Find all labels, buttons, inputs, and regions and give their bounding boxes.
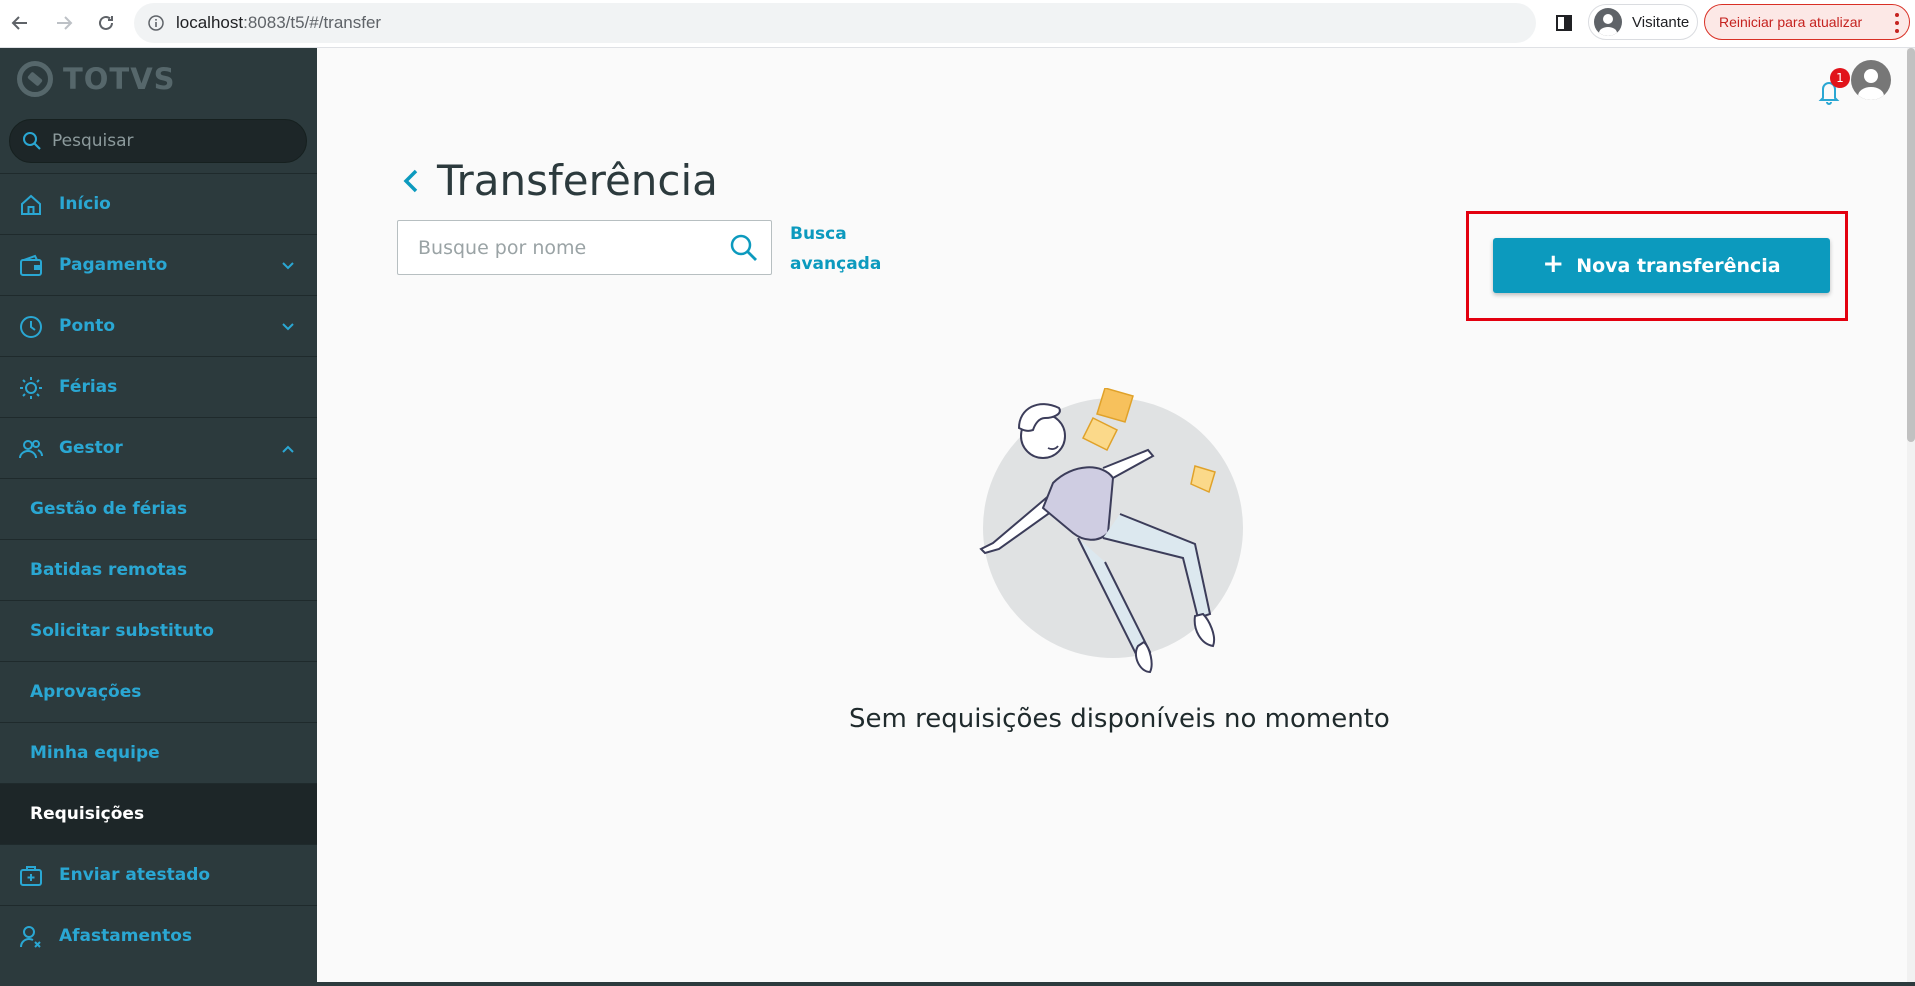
browser-toolbar: localhost:8083/t5/#/transfer Visitante R… (0, 0, 1915, 48)
reload-button[interactable] (92, 9, 120, 37)
advanced-search-line1: Busca (790, 224, 847, 244)
reload-icon (99, 15, 113, 30)
profile-button[interactable]: Visitante (1588, 4, 1698, 40)
wallet-icon (20, 254, 42, 276)
search-icon[interactable] (729, 233, 759, 263)
sidebar-item-solicitar-substituto[interactable]: Solicitar substituto (0, 600, 317, 661)
sidebar-item-ponto[interactable]: Ponto (0, 295, 317, 356)
sidebar: TOTVS Pesquisar Início Pagamento Ponto F… (0, 48, 317, 986)
sidebar-item-label: Solicitar substituto (30, 621, 214, 641)
sidebar-item-label: Ponto (59, 316, 116, 336)
plus-icon: + (1542, 249, 1565, 279)
sidebar-item-aprovacoes[interactable]: Aprovações (0, 661, 317, 722)
arrow-right-icon (57, 16, 73, 30)
new-transfer-label: Nova transferência (1576, 254, 1781, 277)
sidebar-item-label: Batidas remotas (30, 560, 188, 580)
profile-name: Visitante (1632, 13, 1690, 31)
address-bar[interactable]: localhost:8083/t5/#/transfer (134, 3, 1536, 43)
chevron-down-icon (282, 323, 294, 331)
forward-button[interactable] (50, 9, 78, 37)
search-input[interactable]: Busque por nome (397, 220, 772, 275)
search-placeholder: Busque por nome (418, 236, 587, 259)
sidebar-item-requisicoes[interactable]: Requisições (0, 783, 317, 844)
sidebar-item-label: Minha equipe (30, 743, 160, 763)
info-icon (148, 15, 164, 31)
page-header: Transferência (399, 156, 718, 205)
sun-icon (20, 377, 42, 399)
sidebar-item-batidas-remotas[interactable]: Batidas remotas (0, 539, 317, 600)
more-vert-icon[interactable] (1895, 13, 1899, 33)
sidebar-item-ferias[interactable]: Férias (0, 356, 317, 417)
scrollbar-thumb[interactable] (1907, 48, 1915, 442)
sidebar-item-minha-equipe[interactable]: Minha equipe (0, 722, 317, 783)
sidebar-item-label: Afastamentos (59, 926, 193, 946)
sidebar-search-input[interactable]: Pesquisar (9, 119, 307, 163)
sidebar-item-gestor[interactable]: Gestor (0, 417, 317, 478)
page-title: Transferência (437, 156, 718, 205)
totvs-logo-icon (17, 61, 53, 97)
restart-update-button[interactable]: Reiniciar para atualizar (1704, 4, 1910, 40)
chevron-left-icon[interactable] (399, 165, 423, 197)
side-panel-icon (1556, 15, 1572, 31)
sidebar-item-afastamentos[interactable]: Afastamentos (0, 905, 317, 966)
update-label: Reiniciar para atualizar (1719, 14, 1863, 30)
sidebar-item-label: Gestor (59, 438, 123, 458)
chevron-up-icon (282, 445, 294, 453)
sidebar-item-label: Férias (59, 377, 118, 397)
totvs-logo: TOTVS (17, 60, 176, 98)
chevron-down-icon (282, 262, 294, 270)
sidebar-menu: Início Pagamento Ponto Férias Gestor Ges… (0, 173, 317, 966)
bottom-edge (317, 982, 1915, 986)
sidebar-search-placeholder: Pesquisar (52, 131, 134, 151)
sidebar-item-label: Requisições (30, 804, 145, 824)
advanced-search-line2: avançada (790, 254, 882, 274)
user-avatar-icon (1858, 69, 1884, 100)
home-icon (21, 194, 41, 215)
sidebar-item-label: Pagamento (59, 255, 168, 275)
notification-badge: 1 (1830, 68, 1850, 88)
sidebar-item-label: Início (59, 194, 111, 214)
user-remove-icon (20, 926, 41, 948)
user-avatar[interactable] (1851, 60, 1891, 100)
advanced-search-link[interactable]: Busca avançada (790, 219, 881, 279)
sidebar-item-label: Enviar atestado (59, 865, 211, 885)
empty-state-illustration (979, 388, 1243, 674)
back-button[interactable] (6, 9, 34, 37)
new-transfer-button[interactable]: + Nova transferência (1493, 238, 1830, 293)
clock-icon (20, 316, 42, 338)
url-text: localhost:8083/t5/#/transfer (176, 13, 382, 32)
main-content: 1 Transferência Busque por nome Busca av… (317, 48, 1915, 982)
sidebar-item-label: Aprovações (30, 682, 142, 702)
search-icon (23, 132, 41, 150)
sidebar-item-inicio[interactable]: Início (0, 173, 317, 234)
logo-text: TOTVS (63, 62, 176, 96)
arrow-left-icon (11, 16, 27, 30)
sidebar-item-enviar-atestado[interactable]: Enviar atestado (0, 844, 317, 905)
side-panel-button[interactable] (1551, 10, 1577, 36)
medical-kit-icon (20, 866, 42, 886)
empty-state-text: Sem requisições disponíveis no momento (849, 704, 1390, 734)
sidebar-item-label: Gestão de férias (30, 499, 188, 519)
sidebar-item-pagamento[interactable]: Pagamento (0, 234, 317, 295)
notifications-button[interactable]: 1 (1816, 68, 1856, 105)
sidebar-item-gestao-de-ferias[interactable]: Gestão de férias (0, 478, 317, 539)
vertical-scrollbar[interactable] (1907, 48, 1915, 982)
users-icon (19, 440, 43, 459)
profile-avatar-icon (1594, 8, 1622, 36)
